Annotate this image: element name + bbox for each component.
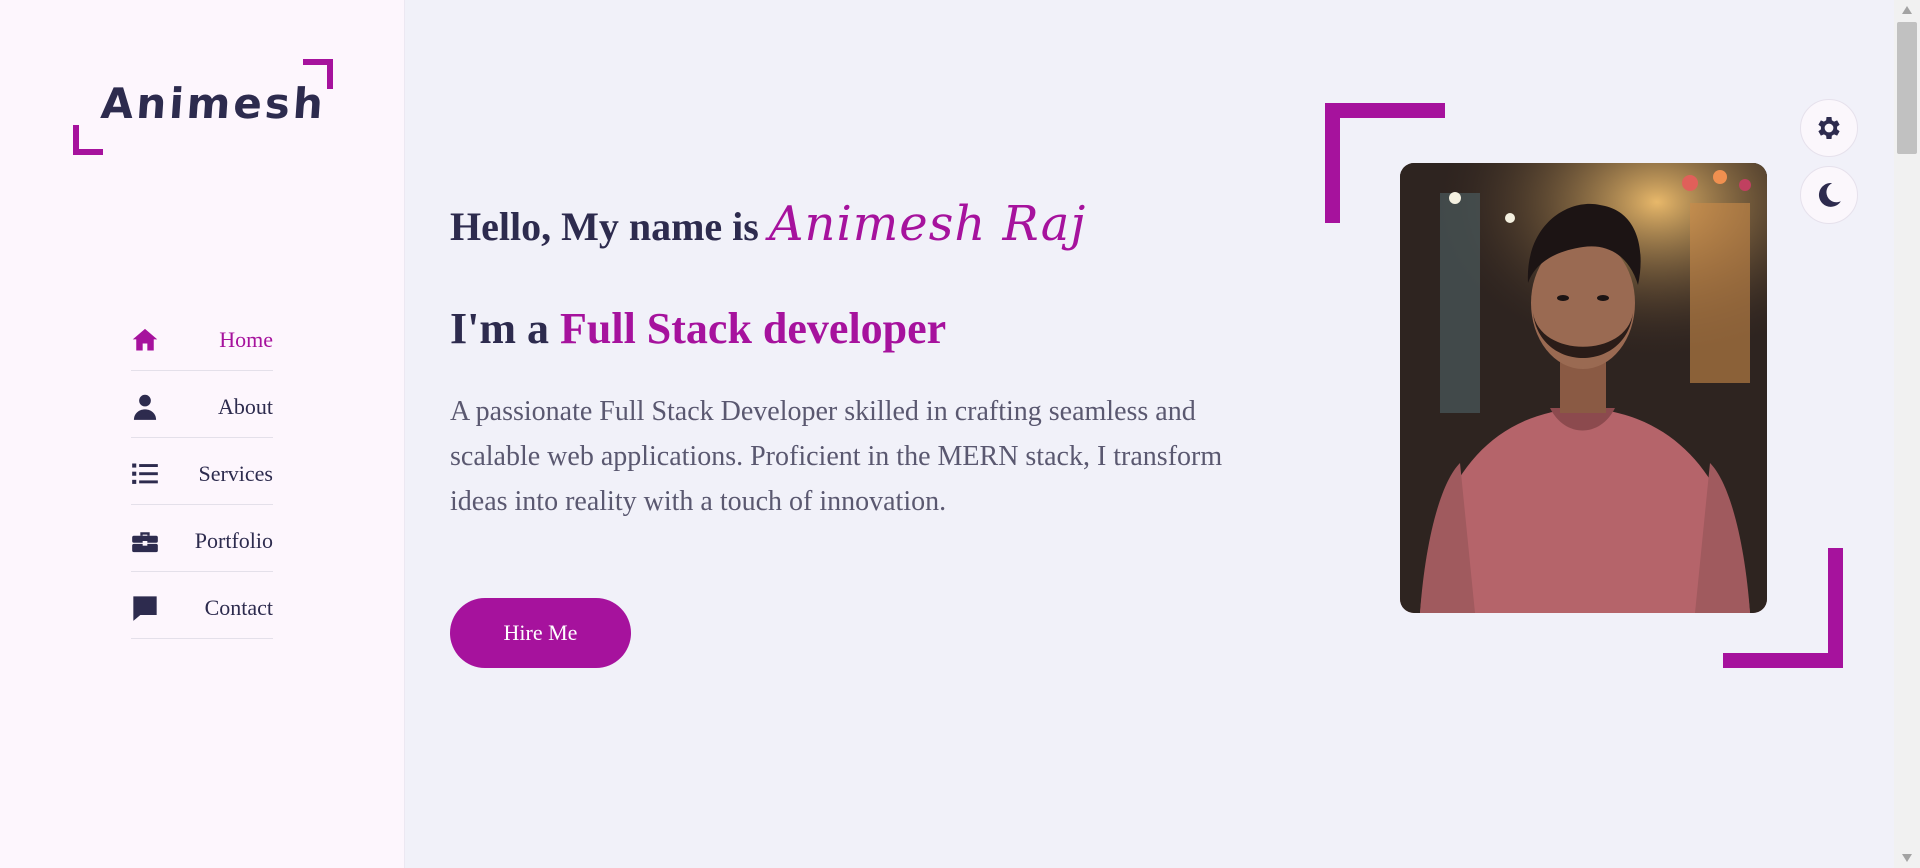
list-icon: [131, 459, 161, 489]
nav-item-home[interactable]: Home: [131, 304, 273, 371]
nav-label-portfolio: Portfolio: [194, 528, 273, 553]
main-nav: Home About Services Portfolio Contact: [131, 304, 273, 639]
sidebar: Animesh Home About Services Portfolio Co…: [0, 0, 405, 868]
scroll-up-arrow-icon[interactable]: [1894, 0, 1920, 20]
theme-toggle-button[interactable]: [1800, 166, 1858, 224]
nav-label-about: About: [218, 394, 273, 419]
user-icon: [131, 392, 161, 422]
hero-name: Animesh Raj: [768, 196, 1087, 252]
nav-label-home: Home: [219, 327, 273, 352]
moon-icon: [1818, 183, 1841, 207]
hero-section: Hello, My name is Animesh Raj I'm a Full…: [406, 0, 1894, 868]
role-title: Full Stack developer: [560, 304, 947, 353]
role-prefix: I'm a: [450, 304, 560, 353]
hire-me-button[interactable]: Hire Me: [450, 598, 631, 668]
nav-item-contact[interactable]: Contact: [131, 572, 273, 639]
nav-item-services[interactable]: Services: [131, 438, 273, 505]
home-icon: [131, 325, 161, 355]
greeting-text: Hello, My name is: [450, 204, 769, 249]
role-heading: I'm a Full Stack developer: [450, 303, 946, 354]
settings-button[interactable]: [1800, 99, 1858, 157]
page-scrollbar[interactable]: [1894, 0, 1920, 868]
nav-item-portfolio[interactable]: Portfolio: [131, 505, 273, 572]
comment-icon: [131, 593, 161, 623]
nav-label-services: Services: [198, 461, 273, 486]
logo-bracket-bottom-left: [73, 125, 103, 155]
logo-text[interactable]: Animesh: [99, 79, 327, 128]
nav-item-about[interactable]: About: [131, 371, 273, 438]
profile-photo: [1400, 163, 1767, 613]
gear-icon: [1818, 117, 1840, 139]
greeting-heading: Hello, My name is Animesh Raj: [450, 196, 1086, 252]
scrollbar-thumb[interactable]: [1897, 22, 1917, 154]
logo[interactable]: Animesh: [73, 59, 333, 155]
hero-description: A passionate Full Stack Developer skille…: [450, 396, 1223, 517]
profile-photo-illustration: [1400, 163, 1767, 613]
scroll-down-arrow-icon[interactable]: [1894, 848, 1920, 868]
nav-label-contact: Contact: [204, 595, 273, 620]
briefcase-icon: [131, 526, 161, 556]
